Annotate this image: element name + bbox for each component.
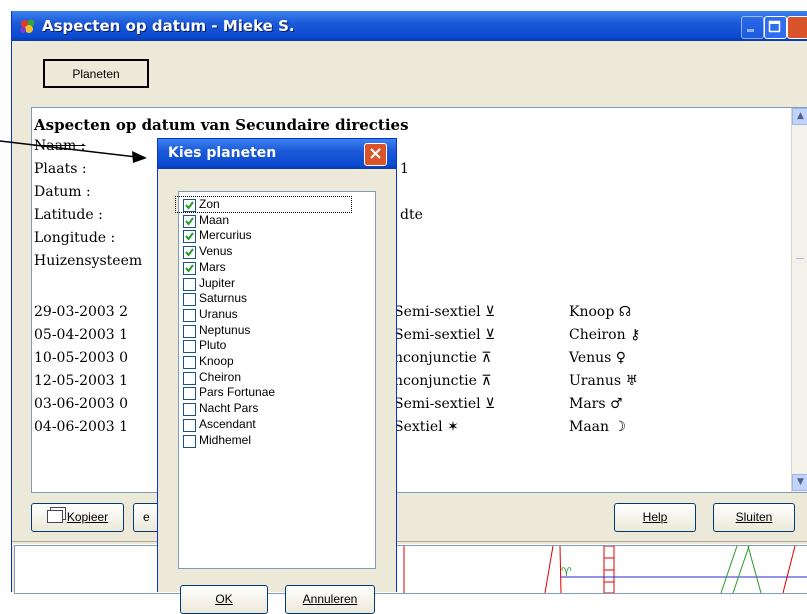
- planet-checklist[interactable]: Zon Maan Mercurius Venus Mars Jupiter Saturnus…: [178, 191, 376, 569]
- aspect-type: Sextiel ✶: [394, 419, 459, 435]
- checkmark-icon: [185, 217, 194, 226]
- planet-label: Saturnus: [199, 291, 248, 306]
- plaats-label: Plaats :: [34, 161, 87, 177]
- latitude-label: Latitude :: [34, 207, 103, 223]
- title-bar[interactable]: Aspecten op datum - Mieke S.: [12, 11, 807, 41]
- aspect-date: 10-05-2003 0: [34, 350, 129, 366]
- annuleren-label: Annuleren: [302, 592, 358, 606]
- ok-label: OK: [215, 592, 233, 606]
- dialog-close-button[interactable]: [364, 143, 387, 166]
- planet-label: Pars Fortunae: [199, 385, 276, 400]
- dialog-title: Kies planeten: [168, 145, 277, 161]
- kies-planeten-dialog: Kies planeten Zon Maan Mercurius Venus Mars J…: [157, 138, 397, 614]
- planet-label: Midhemel: [199, 432, 252, 447]
- checkbox[interactable]: [183, 418, 196, 432]
- ok-button[interactable]: OK: [180, 585, 268, 614]
- checkbox[interactable]: [183, 324, 196, 338]
- sluiten-button[interactable]: Sluiten: [713, 503, 795, 532]
- close-icon: [370, 148, 381, 159]
- scroll-up-button[interactable]: ▲: [792, 108, 807, 125]
- checkbox[interactable]: [183, 371, 196, 385]
- checkmark-icon: [185, 232, 194, 242]
- report-area[interactable]: Aspecten op datum van Secundaire directi…: [31, 107, 807, 493]
- planet-label: Neptunus: [199, 322, 251, 337]
- aspect-type: nconjunctie ⊼: [394, 350, 492, 366]
- naam-label: Naam :: [34, 138, 86, 154]
- app-icon: [20, 19, 35, 33]
- aspect-target: Uranus ♅: [569, 373, 639, 389]
- checkmark-icon: [185, 264, 194, 273]
- checkbox[interactable]: [183, 293, 196, 307]
- scroll-down-button[interactable]: ▼: [792, 474, 807, 491]
- aspect-type: nconjunctie ⊼: [394, 373, 492, 389]
- plaats-value: 1: [400, 161, 409, 177]
- checkbox[interactable]: [183, 277, 196, 291]
- svg-text:♈: ♈: [561, 565, 572, 579]
- kopieer-button[interactable]: Kopieer: [31, 503, 124, 532]
- checkbox[interactable]: [183, 230, 196, 244]
- aspect-target: Venus ♀: [569, 350, 627, 366]
- aspect-target: Mars ♂: [569, 396, 623, 412]
- planet-label: Jupiter: [199, 275, 236, 290]
- annuleren-button[interactable]: Annuleren: [285, 585, 375, 614]
- aspect-date: 05-04-2003 1: [34, 327, 129, 343]
- planet-label: Mercurius: [199, 228, 252, 243]
- main-window: Aspecten op datum - Mieke S. Planeten As…: [11, 11, 807, 594]
- window-title: Aspecten op datum - Mieke S.: [42, 17, 295, 35]
- minimize-icon: [747, 29, 754, 32]
- planet-label: Ascendant: [199, 416, 256, 431]
- minimize-button[interactable]: [741, 16, 764, 39]
- aspect-type: Semi-sextiel ⊻: [394, 304, 496, 320]
- aspect-date: 04-06-2003 1: [34, 419, 129, 435]
- dialog-title-bar[interactable]: Kies planeten: [158, 139, 396, 169]
- checkbox[interactable]: [183, 214, 196, 228]
- checkbox[interactable]: [183, 261, 196, 275]
- planet-label: Maan: [199, 212, 230, 227]
- aspect-date: 12-05-2003 1: [34, 373, 129, 389]
- planet-label: Mars: [199, 259, 226, 274]
- vertical-scrollbar[interactable]: ▲ ▼: [791, 108, 807, 492]
- sluiten-label: Sluiten: [735, 510, 773, 524]
- planet-label: Venus: [199, 244, 233, 259]
- checkbox[interactable]: [183, 356, 196, 369]
- planet-label: Pluto: [199, 338, 227, 353]
- checkbox[interactable]: [183, 340, 196, 354]
- chart-area[interactable]: ♈: [14, 545, 807, 594]
- close-button[interactable]: [787, 16, 807, 39]
- aspect-target: Cheiron ⚷: [569, 327, 641, 343]
- aspect-date: 29-03-2003 2: [34, 304, 129, 320]
- maximize-icon: [768, 20, 781, 33]
- planet-label: Knoop: [199, 354, 234, 368]
- aspect-target: Knoop ☊: [569, 304, 632, 320]
- aspect-type: Semi-sextiel ⊻: [394, 396, 496, 412]
- checkbox[interactable]: [183, 434, 196, 448]
- checkbox[interactable]: [183, 308, 196, 322]
- checkbox[interactable]: [183, 246, 196, 260]
- aspect-date: 03-06-2003 0: [34, 396, 129, 412]
- planeten-button[interactable]: Planeten: [43, 59, 149, 88]
- checkmark-icon: [185, 248, 194, 257]
- longitude-label: Longitude :: [34, 230, 116, 246]
- datum-label: Datum :: [34, 184, 91, 200]
- help-button[interactable]: Help: [614, 503, 696, 532]
- latitude-value: dte: [400, 207, 423, 223]
- aspect-target: Maan ☽: [569, 419, 627, 435]
- checkbox[interactable]: [183, 403, 196, 417]
- copy-icon: [46, 510, 63, 523]
- planet-label: Uranus: [199, 306, 238, 321]
- aspect-type: Semi-sextiel ⊻: [394, 327, 496, 343]
- focus-rectangle: [175, 196, 352, 213]
- planet-label: Cheiron: [199, 369, 242, 384]
- scroll-grip: [796, 258, 804, 260]
- kopieer-label: Kopieer: [66, 510, 109, 524]
- planet-label: Nacht Pars: [199, 401, 259, 416]
- maximize-button[interactable]: [764, 16, 787, 39]
- checkbox[interactable]: [183, 387, 196, 401]
- help-label: Help: [642, 510, 668, 524]
- report-heading: Aspecten op datum van Secundaire directi…: [34, 116, 409, 134]
- huizensysteem-label: Huizensysteem: [34, 253, 143, 269]
- chart-drawing: ♈: [403, 546, 807, 593]
